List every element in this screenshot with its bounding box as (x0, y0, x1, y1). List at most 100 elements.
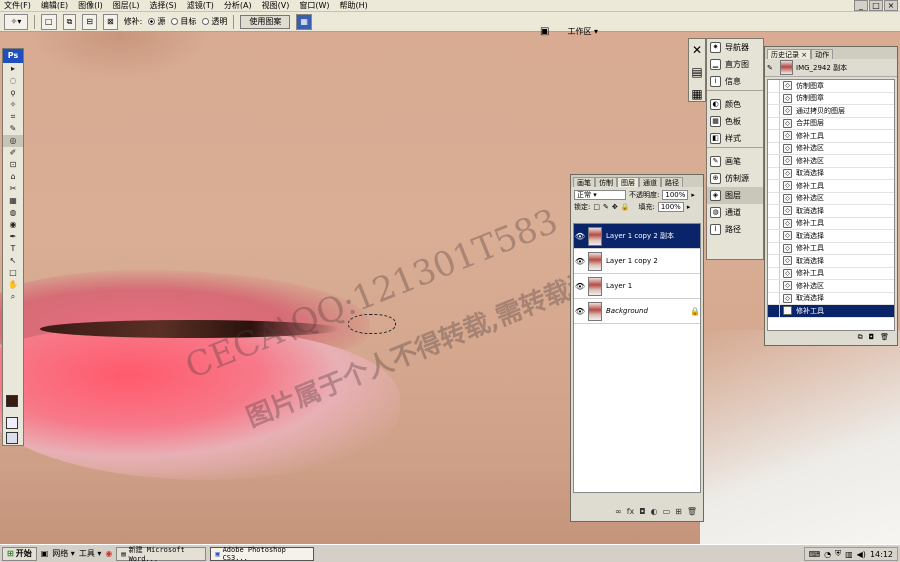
history-item[interactable]: ◇ 修补工具 (768, 304, 894, 318)
history-brush-source-checkbox[interactable] (768, 179, 780, 192)
snapshot-icon[interactable]: ◘ (869, 333, 875, 343)
network-menu[interactable]: 网络 ▾ (52, 548, 75, 559)
history-brush-source-checkbox[interactable] (768, 279, 780, 292)
start-button[interactable]: ⊞ 开始 (2, 546, 37, 561)
history-item[interactable]: ◇ 修补选区 (768, 142, 894, 155)
history-brush-source-checkbox[interactable] (768, 217, 780, 230)
security-icon[interactable]: ⛨ (835, 549, 841, 559)
layer-row[interactable]: 👁 Layer 1 (574, 274, 700, 299)
menu-window[interactable]: 窗口(W) (299, 0, 329, 11)
opacity-arrow-icon[interactable]: ▸ (691, 191, 695, 199)
lock-transparency-icon[interactable]: □ (593, 203, 600, 211)
lasso-tool-icon[interactable]: ϙ (3, 87, 23, 99)
visibility-eye-icon[interactable]: 👁 (574, 282, 586, 291)
dock-paths[interactable]: ⌇ 路径 (707, 221, 763, 238)
tab-paths[interactable]: 路径 (661, 177, 683, 187)
visibility-eye-icon[interactable]: 👁 (574, 232, 586, 241)
menu-file[interactable]: 文件(F) (4, 0, 31, 11)
clone-stamp-tool-icon[interactable]: ⊡ (3, 159, 23, 171)
tools-icon[interactable]: ✕ (689, 43, 705, 59)
task-word[interactable]: ▤ 新建 Microsoft Word... (116, 546, 207, 562)
tool-preset-picker[interactable]: ✧▾ (4, 13, 28, 30)
new-layer-icon[interactable]: ⊞ (675, 507, 682, 519)
eyedropper-tool-icon[interactable]: ✎ (3, 123, 23, 135)
tab-clone[interactable]: 仿制 (595, 177, 617, 187)
foreground-color-swatch[interactable] (6, 395, 18, 407)
history-brush-source-checkbox[interactable] (768, 104, 780, 117)
history-item[interactable]: ◇ 合并图层 (768, 117, 894, 130)
menu-edit[interactable]: 编辑(E) (41, 0, 68, 11)
history-item[interactable]: ◇ 修补选区 (768, 279, 894, 293)
history-brush-source-checkbox[interactable] (768, 167, 780, 180)
link-layers-icon[interactable]: ∞ (615, 507, 622, 519)
dock-histogram[interactable]: ▁ 直方图 (707, 56, 763, 73)
menu-layer[interactable]: 图层(L) (113, 0, 140, 11)
menu-image[interactable]: 图像(I) (78, 0, 103, 11)
opacity-input[interactable]: 100% (662, 190, 689, 200)
source-radio[interactable]: 源 (148, 16, 165, 27)
destination-radio[interactable]: 目标 (171, 16, 196, 27)
dock-layers[interactable]: ◈ 图层 (707, 187, 763, 204)
history-item[interactable]: ◇ 仿制图章 (768, 80, 894, 93)
pattern-picker[interactable]: ▦ (296, 13, 312, 30)
history-brush-source-checkbox[interactable] (768, 267, 780, 280)
path-selection-tool-icon[interactable]: ↖ (3, 255, 23, 267)
ime-icon[interactable]: ⌨ (809, 550, 821, 559)
gradient-tool-icon[interactable]: ▦ (3, 195, 23, 207)
fill-input[interactable]: 100% (657, 202, 684, 212)
dock-brushes[interactable]: ✎ 画笔 (707, 153, 763, 170)
blend-mode-select[interactable]: 正常 ▾ (574, 190, 626, 200)
new-selection-icon[interactable]: □ (41, 13, 57, 30)
history-item[interactable]: ◇ 取消选择 (768, 292, 894, 305)
pen-tool-icon[interactable]: ✒ (3, 231, 23, 243)
history-brush-source-checkbox[interactable] (768, 192, 780, 205)
history-item[interactable]: ◇ 取消选择 (768, 204, 894, 218)
dock-color[interactable]: ◐ 颜色 (707, 96, 763, 113)
minimize-button[interactable]: _ (854, 0, 868, 11)
history-item[interactable]: ◇ 修补工具 (768, 129, 894, 143)
history-brush-source-checkbox[interactable] (768, 92, 780, 105)
add-selection-icon[interactable]: ⧉ (62, 13, 77, 30)
brush-source-icon[interactable]: ✎ (767, 64, 777, 72)
quick-mask-icon[interactable] (6, 417, 18, 429)
use-pattern-button[interactable]: 使用图案 (240, 14, 291, 29)
history-item[interactable]: ◇ 修补选区 (768, 154, 894, 168)
menu-select[interactable]: 选择(S) (149, 0, 176, 11)
intersect-selection-icon[interactable]: ⊠ (102, 13, 118, 30)
delete-state-icon[interactable]: 🗑 (880, 333, 889, 343)
layer-row[interactable]: 👁 Background 🔒 (574, 299, 700, 324)
history-item[interactable]: ◇ 修补工具 (768, 267, 894, 280)
history-item[interactable]: ◇ 修补工具 (768, 242, 894, 255)
patch-tool-icon[interactable]: ◎ (3, 135, 23, 147)
menu-help[interactable]: 帮助(H) (340, 0, 368, 11)
desktop-icon[interactable]: ▣ (41, 549, 49, 558)
history-item[interactable]: ◇ 取消选择 (768, 167, 894, 180)
dock-styles[interactable]: ◧ 样式 (707, 130, 763, 147)
history-brush-source-checkbox[interactable] (768, 142, 780, 155)
network-icon[interactable]: ▥ (845, 550, 853, 559)
history-item[interactable]: ◇ 修补工具 (768, 179, 894, 193)
history-brush-source-checkbox[interactable] (768, 129, 780, 142)
screen-mode-icon[interactable] (6, 432, 18, 444)
dock-info[interactable]: i 信息 (707, 73, 763, 90)
history-brush-source-checkbox[interactable] (768, 117, 780, 130)
lock-position-icon[interactable]: ✥ (612, 203, 618, 211)
visibility-eye-icon[interactable]: 👁 (574, 307, 586, 316)
eraser-tool-icon[interactable]: ✂ (3, 183, 23, 195)
tab-history[interactable]: 历史记录 × (767, 49, 812, 59)
history-brush-source-checkbox[interactable] (768, 242, 780, 255)
crop-tool-icon[interactable]: ⌗ (3, 111, 23, 123)
dock-swatches[interactable]: ▦ 色板 (707, 113, 763, 130)
panel-icon[interactable]: ▦ (689, 87, 705, 103)
history-item[interactable]: ◇ 取消选择 (768, 254, 894, 268)
history-brush-source-checkbox[interactable] (768, 204, 780, 217)
history-brush-source-checkbox[interactable] (768, 229, 780, 242)
tab-brushes[interactable]: 画笔 (573, 177, 595, 187)
history-item[interactable]: ◇ 仿制图章 (768, 92, 894, 105)
history-brush-source-checkbox[interactable] (768, 292, 780, 305)
layer-row[interactable]: 👁 Layer 1 copy 2 副本 (574, 224, 700, 249)
dock-channels[interactable]: ◍ 通道 (707, 204, 763, 221)
history-brush-source-checkbox[interactable] (768, 254, 780, 267)
tab-actions[interactable]: 动作 (811, 49, 834, 59)
history-brush-source-checkbox[interactable] (768, 154, 780, 167)
